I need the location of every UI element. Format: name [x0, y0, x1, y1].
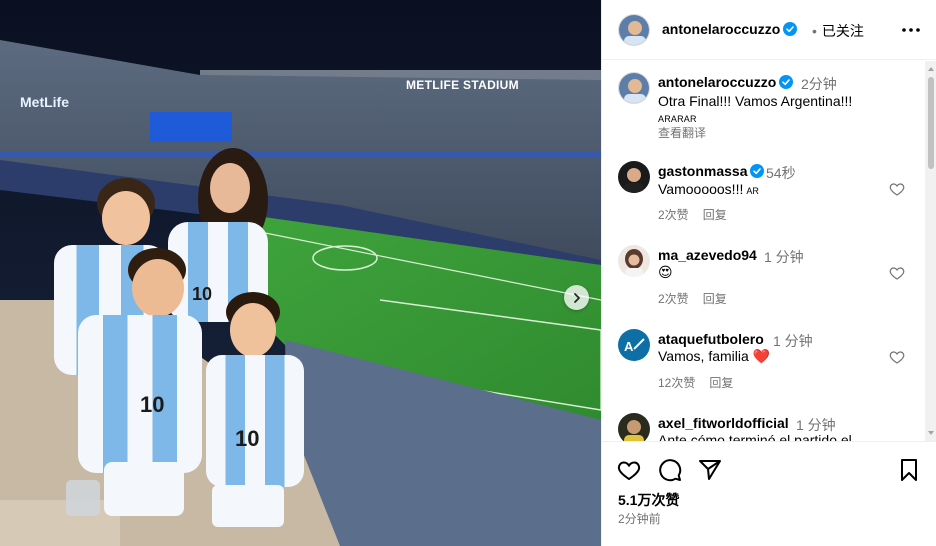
- comment-actions: 2次赞 回复: [658, 206, 741, 223]
- comment-like-count[interactable]: 2次赞: [658, 292, 689, 306]
- avatar-image: [618, 413, 650, 441]
- chevron-right-icon: [573, 292, 580, 303]
- comment-text: Vamooooos!!! AR: [658, 181, 759, 197]
- avatar-image: [619, 73, 649, 103]
- next-photo-button[interactable]: [564, 285, 589, 310]
- metlife-logo: MetLife: [20, 94, 69, 110]
- scroll-up-arrow-icon[interactable]: [928, 67, 934, 71]
- comment-like-heart-icon[interactable]: [889, 265, 905, 281]
- comment-icon: [659, 459, 682, 482]
- more-horizontal-icon: [902, 28, 920, 32]
- caption-time: 2分钟: [801, 76, 837, 92]
- caption-avatar[interactable]: [618, 72, 650, 104]
- svg-text:10: 10: [235, 426, 259, 451]
- author-avatar[interactable]: [618, 14, 650, 46]
- post-actions-footer: 5.1万次赞 2分钟前: [602, 441, 936, 546]
- comments-list[interactable]: antonelaroccuzzo 2分钟 Otra Final!!! Vamos…: [602, 61, 936, 441]
- follow-state-label[interactable]: 已关注: [822, 23, 864, 39]
- comment-avatar[interactable]: [618, 245, 650, 277]
- caption-username[interactable]: antonelaroccuzzo: [658, 74, 776, 90]
- follow-state[interactable]: • 已关注: [812, 21, 864, 41]
- comment-like-heart-icon[interactable]: [889, 349, 905, 365]
- comment-reply-link[interactable]: 回复: [709, 376, 733, 390]
- scrollbar-thumb[interactable]: [928, 77, 934, 169]
- comment-username-row[interactable]: gastonmassa: [658, 163, 765, 179]
- comment-username[interactable]: ataquefutbolero: [658, 331, 764, 347]
- comment-avatar[interactable]: [618, 161, 650, 193]
- comment-flag-tag: AR: [746, 186, 759, 196]
- likes-count[interactable]: 5.1万次赞: [618, 490, 679, 510]
- red-heart-emoji: ❤️: [752, 348, 771, 364]
- comment-text: Ante cómo terminó el partido el: [658, 432, 852, 441]
- comments-scrollbar[interactable]: [925, 61, 936, 441]
- caption-text: Otra Final!!! Vamos Argentina!!!: [658, 93, 853, 109]
- svg-text:10: 10: [192, 284, 212, 304]
- comment-actions: 12次赞 回复: [658, 374, 747, 391]
- share-button[interactable]: [697, 457, 723, 483]
- post-side-panel: antonelaroccuzzo • 已关注 antonelaroccuzzo 2…: [601, 0, 936, 546]
- stadium-sign: METLIFE STADIUM: [406, 78, 519, 92]
- comment-username[interactable]: ma_azevedo94: [658, 247, 757, 263]
- svg-text:A: A: [624, 339, 634, 354]
- comment-time: 54秒: [766, 165, 796, 181]
- posted-time[interactable]: 2分钟前: [618, 510, 661, 527]
- comment-username[interactable]: gastonmassa: [658, 163, 747, 179]
- author-username-row[interactable]: antonelaroccuzzo: [662, 21, 798, 37]
- verified-badge-icon: [750, 164, 765, 178]
- header-separator: •: [812, 23, 817, 39]
- heart-icon: [617, 461, 641, 481]
- avatar-image: [618, 161, 650, 193]
- caption-username-row[interactable]: antonelaroccuzzo: [658, 74, 794, 90]
- scroll-down-arrow-icon[interactable]: [928, 431, 934, 435]
- verified-badge-icon: [779, 75, 794, 89]
- verified-badge-icon: [783, 22, 798, 36]
- comment-text: Vamos, familia ❤️: [658, 348, 771, 364]
- comment-button[interactable]: [657, 457, 683, 483]
- comment-avatar[interactable]: [618, 413, 650, 441]
- comment-text: 😍: [658, 264, 673, 280]
- avatar-image: [619, 15, 649, 45]
- comment-like-heart-icon[interactable]: [889, 181, 905, 197]
- svg-text:10: 10: [140, 392, 164, 417]
- comment-time: 1 分钟: [773, 333, 813, 349]
- avatar-image: [618, 245, 650, 277]
- save-button[interactable]: [896, 457, 922, 483]
- comment-like-count[interactable]: 2次赞: [658, 208, 689, 222]
- comment-username[interactable]: axel_fitworldofficial: [658, 415, 789, 431]
- send-icon: [699, 460, 721, 480]
- post-photo[interactable]: 10 10 10 METLIFE STADIUM MetLife: [0, 0, 601, 546]
- comment-text-body: Vamooooos!!!: [658, 181, 744, 197]
- comment-reply-link[interactable]: 回复: [703, 292, 727, 306]
- see-translation-link[interactable]: 查看翻译: [658, 124, 706, 141]
- comment-like-count[interactable]: 12次赞: [658, 376, 695, 390]
- post-header: antonelaroccuzzo • 已关注: [602, 0, 936, 60]
- caption-flags: ARARAR: [658, 114, 697, 124]
- comment-reply-link[interactable]: 回复: [703, 208, 727, 222]
- avatar-image: A: [618, 329, 650, 361]
- bookmark-icon: [901, 459, 917, 481]
- like-button[interactable]: [616, 457, 642, 483]
- more-options-button[interactable]: [900, 20, 922, 40]
- author-username[interactable]: antonelaroccuzzo: [662, 21, 780, 37]
- comment-avatar[interactable]: A: [618, 329, 650, 361]
- comment-time: 1 分钟: [764, 249, 804, 265]
- comment-actions: 2次赞 回复: [658, 290, 741, 307]
